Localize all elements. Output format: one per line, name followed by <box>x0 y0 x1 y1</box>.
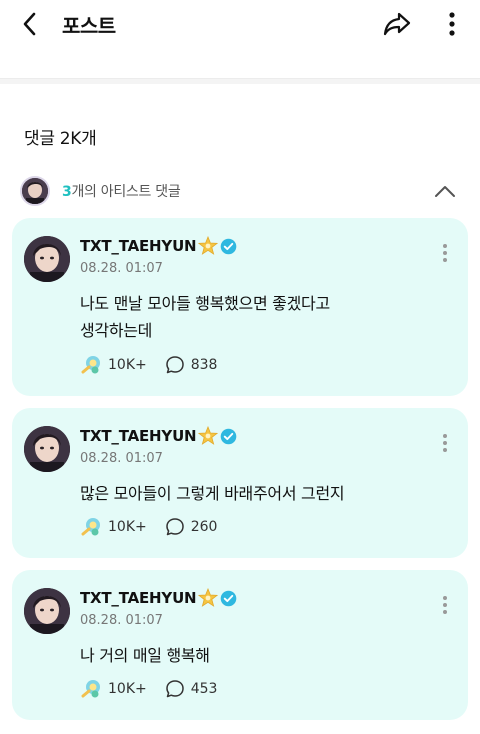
vertical-dots-icon <box>443 434 447 452</box>
avatar[interactable] <box>24 236 70 282</box>
speech-bubble-icon <box>165 680 184 698</box>
page-title: 포스트 <box>62 14 116 38</box>
like-button[interactable]: 10K+ <box>80 678 147 700</box>
star-badge-icon <box>198 236 219 256</box>
share-arrow-icon <box>383 12 411 36</box>
comment-date: 08.28. 01:07 <box>80 451 163 466</box>
comment-text: 나 거의 매일 행복해 <box>80 646 210 665</box>
verified-badge-icon <box>220 590 237 607</box>
lightstick-like-icon <box>81 680 100 698</box>
reply-button[interactable]: 260 <box>165 517 218 537</box>
star-badge-icon <box>198 426 219 446</box>
lightstick-like-icon <box>81 518 100 536</box>
author-name: TXT_TAEHYUN <box>80 426 237 446</box>
comment-actions: 10K+ 838 <box>80 354 217 376</box>
like-button[interactable]: 10K+ <box>80 516 147 538</box>
like-count: 10K+ <box>108 519 147 535</box>
comment-text: 나도 맨날 모아들 행복했으면 좋겠다고 생각하는데 <box>80 294 330 340</box>
like-count: 10K+ <box>108 681 147 697</box>
comment-actions: 10K+ 453 <box>80 678 217 700</box>
avatar[interactable] <box>24 588 70 634</box>
chevron-up-icon <box>435 186 455 197</box>
comment-card: TXT_TAEHYUN 08.28. 01:07 나도 맨날 모아들 행복했으면… <box>12 218 468 396</box>
like-count: 10K+ <box>108 357 147 373</box>
back-button[interactable] <box>14 8 46 40</box>
artist-comments-label: 3개의 아티스트 댓글 <box>62 181 181 201</box>
more-options-button[interactable] <box>436 8 468 40</box>
comment-actions: 10K+ 260 <box>80 516 217 538</box>
reply-button[interactable]: 838 <box>165 355 218 375</box>
author-name: TXT_TAEHYUN <box>80 588 237 608</box>
comment-text: 많은 모아들이 그렇게 바래주어서 그런지 <box>80 484 345 503</box>
star-badge-icon <box>198 588 219 608</box>
comment-count-heading: 댓글 2K개 <box>24 129 97 149</box>
comment-date: 08.28. 01:07 <box>80 613 163 628</box>
like-button[interactable]: 10K+ <box>80 354 147 376</box>
artist-comments-toggle[interactable]: 3개의 아티스트 댓글 <box>20 174 460 208</box>
reply-button[interactable]: 453 <box>165 679 218 699</box>
author-name-text: TXT_TAEHYUN <box>80 237 197 255</box>
avatar[interactable] <box>24 426 70 472</box>
speech-bubble-icon <box>165 518 184 536</box>
reply-count: 838 <box>190 357 218 373</box>
comment-more-button[interactable] <box>432 590 458 620</box>
comment-card: TXT_TAEHYUN 08.28. 01:07 나 거의 매일 행복해 10K… <box>12 570 468 720</box>
share-button[interactable] <box>380 8 414 40</box>
top-bar: 포스트 <box>0 0 480 56</box>
artist-comment-label-text: 개의 아티스트 댓글 <box>71 184 181 200</box>
vertical-dots-icon <box>449 12 455 36</box>
chevron-left-icon <box>23 12 36 36</box>
author-name-text: TXT_TAEHYUN <box>80 589 197 607</box>
lightstick-like-icon <box>81 356 100 374</box>
collapse-button[interactable] <box>432 178 458 204</box>
speech-bubble-icon <box>165 356 184 374</box>
verified-badge-icon <box>220 238 237 255</box>
verified-badge-icon <box>220 428 237 445</box>
vertical-dots-icon <box>443 244 447 262</box>
reply-count: 453 <box>190 681 218 697</box>
reply-count: 260 <box>190 519 218 535</box>
comment-card: TXT_TAEHYUN 08.28. 01:07 많은 모아들이 그렇게 바래주… <box>12 408 468 558</box>
comment-date: 08.28. 01:07 <box>80 261 163 276</box>
comment-more-button[interactable] <box>432 238 458 268</box>
artist-avatar <box>20 176 50 206</box>
comment-more-button[interactable] <box>432 428 458 458</box>
vertical-dots-icon <box>443 596 447 614</box>
section-divider <box>0 78 480 84</box>
author-name-text: TXT_TAEHYUN <box>80 427 197 445</box>
author-name: TXT_TAEHYUN <box>80 236 237 256</box>
